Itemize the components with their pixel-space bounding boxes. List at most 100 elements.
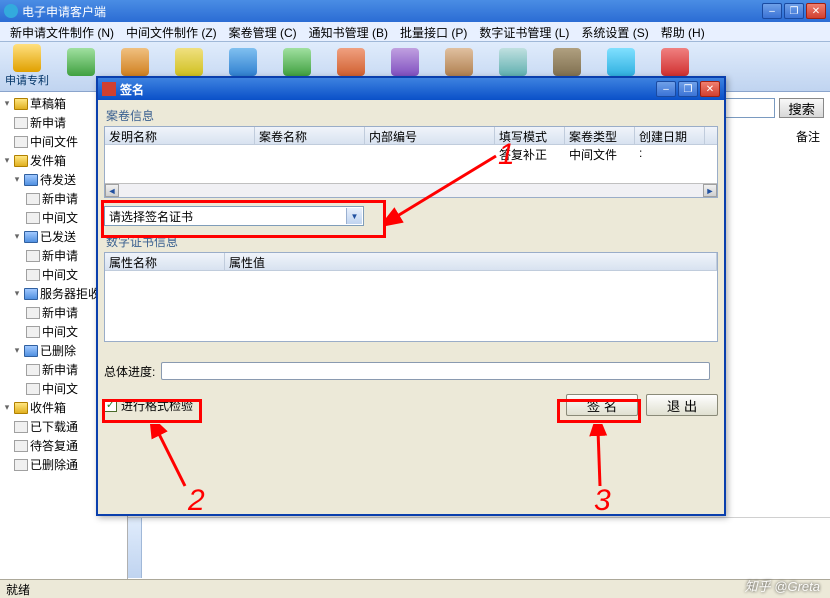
tool-icon-4	[175, 48, 203, 76]
sign-button[interactable]: 签 名	[566, 394, 638, 416]
signature-dialog: 签名 – ❐ ✕ 案卷信息 发明名称 案卷名称 内部编号 填写模式 案卷类型 创…	[96, 76, 726, 516]
col-case-type[interactable]: 案卷类型	[565, 127, 635, 144]
scroll-track[interactable]	[119, 184, 703, 197]
case-row[interactable]: 答复补正 中间文件 :	[105, 145, 717, 163]
group-case-info-title: 案卷信息	[106, 107, 718, 124]
attr-grid-header: 属性名称 属性值	[105, 253, 717, 271]
dialog-window-buttons: – ❐ ✕	[656, 81, 720, 97]
col-create-date[interactable]: 创建日期	[635, 127, 705, 144]
footer-strip	[128, 517, 830, 579]
file-icon	[14, 440, 28, 452]
menubar: 新申请文件制作 (N) 中间文件制作 (Z) 案卷管理 (C) 通知书管理 (B…	[0, 22, 830, 42]
folder-icon	[14, 402, 28, 414]
attr-grid: 属性名称 属性值	[104, 252, 718, 342]
file-icon	[26, 383, 40, 395]
file-icon	[14, 421, 28, 433]
file-icon	[14, 117, 28, 129]
button-row: ✓ 进行格式检验 签 名 退 出	[104, 394, 718, 416]
folder-icon	[24, 231, 38, 243]
apply-patent-icon	[13, 44, 41, 72]
file-icon	[14, 136, 28, 148]
cell-case-type: 中间文件	[565, 145, 635, 163]
col-invention-name[interactable]: 发明名称	[105, 127, 255, 144]
menu-intermediate-file[interactable]: 中间文件制作 (Z)	[120, 22, 223, 41]
col-fill-mode[interactable]: 填写模式	[495, 127, 565, 144]
tool-apply-patent-label: 申请专利	[5, 72, 49, 88]
tool-icon-11	[553, 48, 581, 76]
menu-notice-management[interactable]: 通知书管理 (B)	[303, 22, 394, 41]
cell-create-date: :	[635, 145, 705, 163]
statusbar: 就绪	[0, 579, 830, 597]
tool-icon-10	[499, 48, 527, 76]
main-titlebar: 电子申请客户端 – ❐ ✕	[0, 0, 830, 22]
tool-icon-12	[607, 48, 635, 76]
col-attr-name[interactable]: 属性名称	[105, 253, 225, 270]
file-icon	[14, 459, 28, 471]
folder-icon	[14, 155, 28, 167]
tool-icon-6	[283, 48, 311, 76]
file-icon	[26, 269, 40, 281]
exit-button[interactable]: 退 出	[646, 394, 718, 416]
maximize-button[interactable]: ❐	[784, 3, 804, 19]
menu-system-settings[interactable]: 系统设置 (S)	[575, 22, 654, 41]
progress-label: 总体进度:	[104, 363, 155, 380]
watermark: 知乎 @Greta	[745, 576, 820, 595]
format-check-checkbox[interactable]: ✓ 进行格式检验	[104, 397, 193, 414]
dialog-maximize-button[interactable]: ❐	[678, 81, 698, 97]
column-note-header: 备注	[796, 128, 820, 145]
tool-icon-7	[337, 48, 365, 76]
tool-icon-9	[445, 48, 473, 76]
scroll-right-icon[interactable]: ►	[703, 184, 717, 197]
progress-row: 总体进度:	[104, 362, 718, 380]
folder-icon	[24, 345, 38, 357]
tool-icon-3	[121, 48, 149, 76]
col-internal-no[interactable]: 内部编号	[365, 127, 495, 144]
window-buttons: – ❐ ✕	[762, 3, 826, 19]
cell-fill-mode: 答复补正	[495, 145, 565, 163]
tool-icon-2	[67, 48, 95, 76]
tool-icon-13	[661, 48, 689, 76]
close-button[interactable]: ✕	[806, 3, 826, 19]
group-cert-info-title: 数字证书信息	[106, 233, 718, 250]
col-attr-value[interactable]: 属性值	[225, 253, 717, 270]
file-icon	[26, 326, 40, 338]
tool-apply-patent[interactable]: 申请专利	[0, 44, 54, 90]
menu-batch-interface[interactable]: 批量接口 (P)	[394, 22, 473, 41]
checkbox-icon: ✓	[104, 399, 117, 412]
folder-icon	[14, 98, 28, 110]
col-case-name[interactable]: 案卷名称	[255, 127, 365, 144]
folder-icon	[24, 174, 38, 186]
dialog-close-button[interactable]: ✕	[700, 81, 720, 97]
search-button[interactable]: 搜索	[779, 98, 824, 118]
case-grid: 发明名称 案卷名称 内部编号 填写模式 案卷类型 创建日期 答复补正 中间文件 …	[104, 126, 718, 198]
dialog-body: 案卷信息 发明名称 案卷名称 内部编号 填写模式 案卷类型 创建日期 答复补正 …	[98, 100, 724, 514]
dialog-icon	[102, 82, 116, 96]
app-icon	[4, 4, 18, 18]
case-grid-hscroll[interactable]: ◄ ►	[105, 183, 717, 197]
scroll-left-icon[interactable]: ◄	[105, 184, 119, 197]
cert-select-placeholder: 请选择签名证书	[109, 208, 193, 225]
chevron-down-icon[interactable]: ▼	[346, 208, 362, 224]
file-icon	[26, 307, 40, 319]
footer-tab[interactable]	[128, 518, 142, 578]
file-icon	[26, 193, 40, 205]
format-check-label: 进行格式检验	[121, 397, 193, 414]
status-text: 就绪	[6, 583, 30, 597]
tool-icon-5	[229, 48, 257, 76]
file-icon	[26, 364, 40, 376]
menu-new-application[interactable]: 新申请文件制作 (N)	[4, 22, 120, 41]
menu-help[interactable]: 帮助 (H)	[655, 22, 711, 41]
minimize-button[interactable]: –	[762, 3, 782, 19]
case-grid-header: 发明名称 案卷名称 内部编号 填写模式 案卷类型 创建日期	[105, 127, 717, 145]
dialog-titlebar: 签名 – ❐ ✕	[98, 78, 724, 100]
file-icon	[26, 250, 40, 262]
dialog-title: 签名	[120, 81, 656, 98]
cert-select-row: 请选择签名证书 ▼	[104, 206, 718, 226]
menu-case-management[interactable]: 案卷管理 (C)	[223, 22, 303, 41]
tool-icon-8	[391, 48, 419, 76]
app-title: 电子申请客户端	[22, 3, 762, 20]
cert-select-dropdown[interactable]: 请选择签名证书 ▼	[104, 206, 364, 226]
dialog-minimize-button[interactable]: –	[656, 81, 676, 97]
menu-digital-cert[interactable]: 数字证书管理 (L)	[473, 22, 575, 41]
search-row: 搜索	[715, 98, 824, 118]
